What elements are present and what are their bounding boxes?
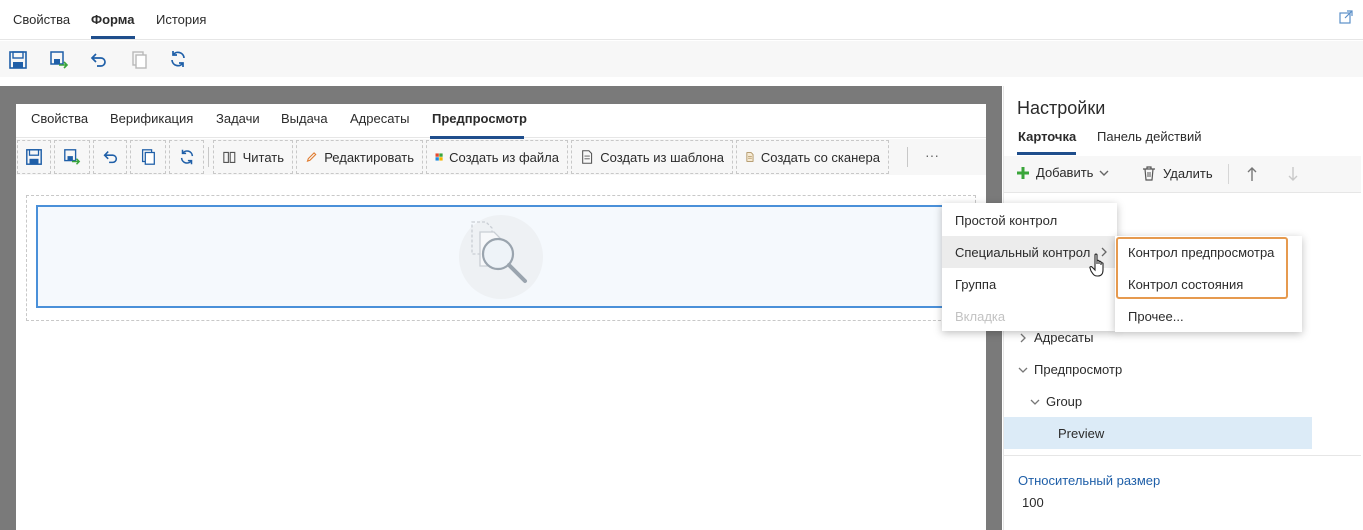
card-tab-recipients[interactable]: Адресаты — [350, 111, 409, 126]
toolbar-divider — [208, 147, 209, 167]
save-icon[interactable] — [8, 50, 28, 70]
create-from-scanner-label: Создать со сканера — [760, 149, 880, 165]
card-tab-preview[interactable]: Предпросмотр — [432, 111, 527, 126]
move-up-icon[interactable] — [1246, 166, 1258, 182]
menu-item-tab: Вкладка — [942, 300, 1117, 332]
tree-item-recipients[interactable]: Адресаты — [1018, 330, 1093, 345]
panel-divider — [1004, 455, 1361, 456]
document-icon — [582, 150, 593, 164]
office-icon — [435, 153, 443, 161]
menu-item-other[interactable]: Прочее... — [1115, 300, 1302, 332]
card-tab-properties[interactable]: Свойства — [31, 111, 88, 126]
undo-icon — [103, 151, 118, 164]
edit-button[interactable]: Редактировать — [296, 140, 423, 174]
menu-item-label: Прочее... — [1128, 308, 1184, 324]
card-tab-issue[interactable]: Выдача — [281, 111, 328, 126]
menu-item-simple-control[interactable]: Простой контрол — [942, 204, 1117, 236]
tree-item-preview-tab[interactable]: Предпросмотр — [1018, 362, 1122, 377]
chevron-down-icon — [1018, 367, 1028, 373]
relative-size-value[interactable]: 100 — [1022, 495, 1044, 510]
create-from-template-label: Создать из шаблона — [600, 149, 724, 165]
menu-item-label: Простой контрол — [955, 212, 1058, 228]
relative-size-label: Относительный размер — [1018, 473, 1161, 488]
tab-history[interactable]: История — [156, 12, 206, 27]
tree-item-label: Preview — [1058, 426, 1105, 441]
menu-item-label: Вкладка — [955, 308, 1006, 324]
tab-properties[interactable]: Свойства — [13, 12, 70, 27]
copy-icon[interactable] — [129, 50, 149, 70]
read-label: Читать — [242, 149, 284, 165]
tab-form[interactable]: Форма — [91, 12, 134, 27]
save-and-close-icon[interactable] — [49, 50, 69, 70]
chevron-down-icon — [1030, 399, 1040, 405]
card-save-close-button[interactable] — [54, 140, 90, 174]
card-copy-button[interactable] — [130, 140, 166, 174]
chevron-down-icon — [1099, 170, 1109, 176]
plus-icon — [1017, 166, 1029, 179]
toolbar-divider — [1228, 164, 1229, 184]
menu-item-label: Специальный контрол — [955, 244, 1091, 260]
create-from-file-button[interactable]: Создать из файла — [426, 140, 568, 174]
more-actions-icon[interactable]: ··· — [925, 147, 939, 163]
save-and-close-icon — [64, 149, 81, 165]
menu-item-label: Группа — [955, 276, 997, 292]
refresh-icon — [180, 149, 193, 165]
card-save-button[interactable] — [17, 140, 51, 174]
settings-tab-action-panel[interactable]: Панель действий — [1097, 129, 1201, 144]
pencil-icon — [306, 152, 317, 162]
active-tab-indicator — [91, 36, 135, 39]
card-refresh-button[interactable] — [169, 140, 204, 174]
highlight-frame — [1116, 237, 1288, 299]
tree-item-label: Адресаты — [1034, 330, 1094, 345]
form-toolbar — [0, 41, 1363, 77]
toolbar-divider — [907, 147, 908, 167]
tree-item-preview-control[interactable]: Preview — [1058, 426, 1104, 441]
create-from-file-label: Создать из файла — [449, 149, 559, 165]
move-down-icon[interactable] — [1287, 166, 1299, 182]
popout-icon[interactable] — [1339, 10, 1353, 24]
create-from-scanner-button[interactable]: Создать со сканера — [736, 140, 889, 174]
trash-icon — [1143, 166, 1155, 181]
refresh-icon[interactable] — [168, 49, 188, 69]
delete-label: Удалить — [1163, 165, 1213, 181]
undo-icon[interactable] — [88, 50, 108, 70]
active-settings-tab-indicator — [1017, 152, 1076, 155]
add-button[interactable]: Добавить — [1016, 165, 1109, 180]
tree-item-label: Group — [1046, 394, 1083, 409]
chevron-right-icon — [1020, 333, 1026, 342]
read-button[interactable]: Читать — [213, 140, 293, 174]
document-preview-icon — [459, 215, 543, 299]
edit-label: Редактировать — [324, 149, 414, 165]
card-tab-verification[interactable]: Верификация — [110, 111, 193, 126]
scanner-icon — [746, 152, 754, 162]
save-icon — [26, 149, 42, 165]
settings-tab-card[interactable]: Карточка — [1018, 129, 1076, 144]
card-tab-tasks[interactable]: Задачи — [216, 111, 260, 126]
book-icon — [223, 151, 236, 164]
tree-item-label: Предпросмотр — [1034, 362, 1123, 377]
add-label: Добавить — [1036, 165, 1094, 180]
card-undo-button[interactable] — [93, 140, 127, 174]
tree-selection-highlight — [1004, 417, 1312, 449]
create-from-template-button[interactable]: Создать из шаблона — [571, 140, 733, 174]
tree-item-group[interactable]: Group — [1030, 394, 1082, 409]
settings-title: Настройки — [1017, 98, 1106, 118]
hand-cursor-icon — [1089, 253, 1104, 277]
copy-icon — [141, 149, 155, 165]
delete-button[interactable]: Удалить — [1141, 165, 1213, 181]
